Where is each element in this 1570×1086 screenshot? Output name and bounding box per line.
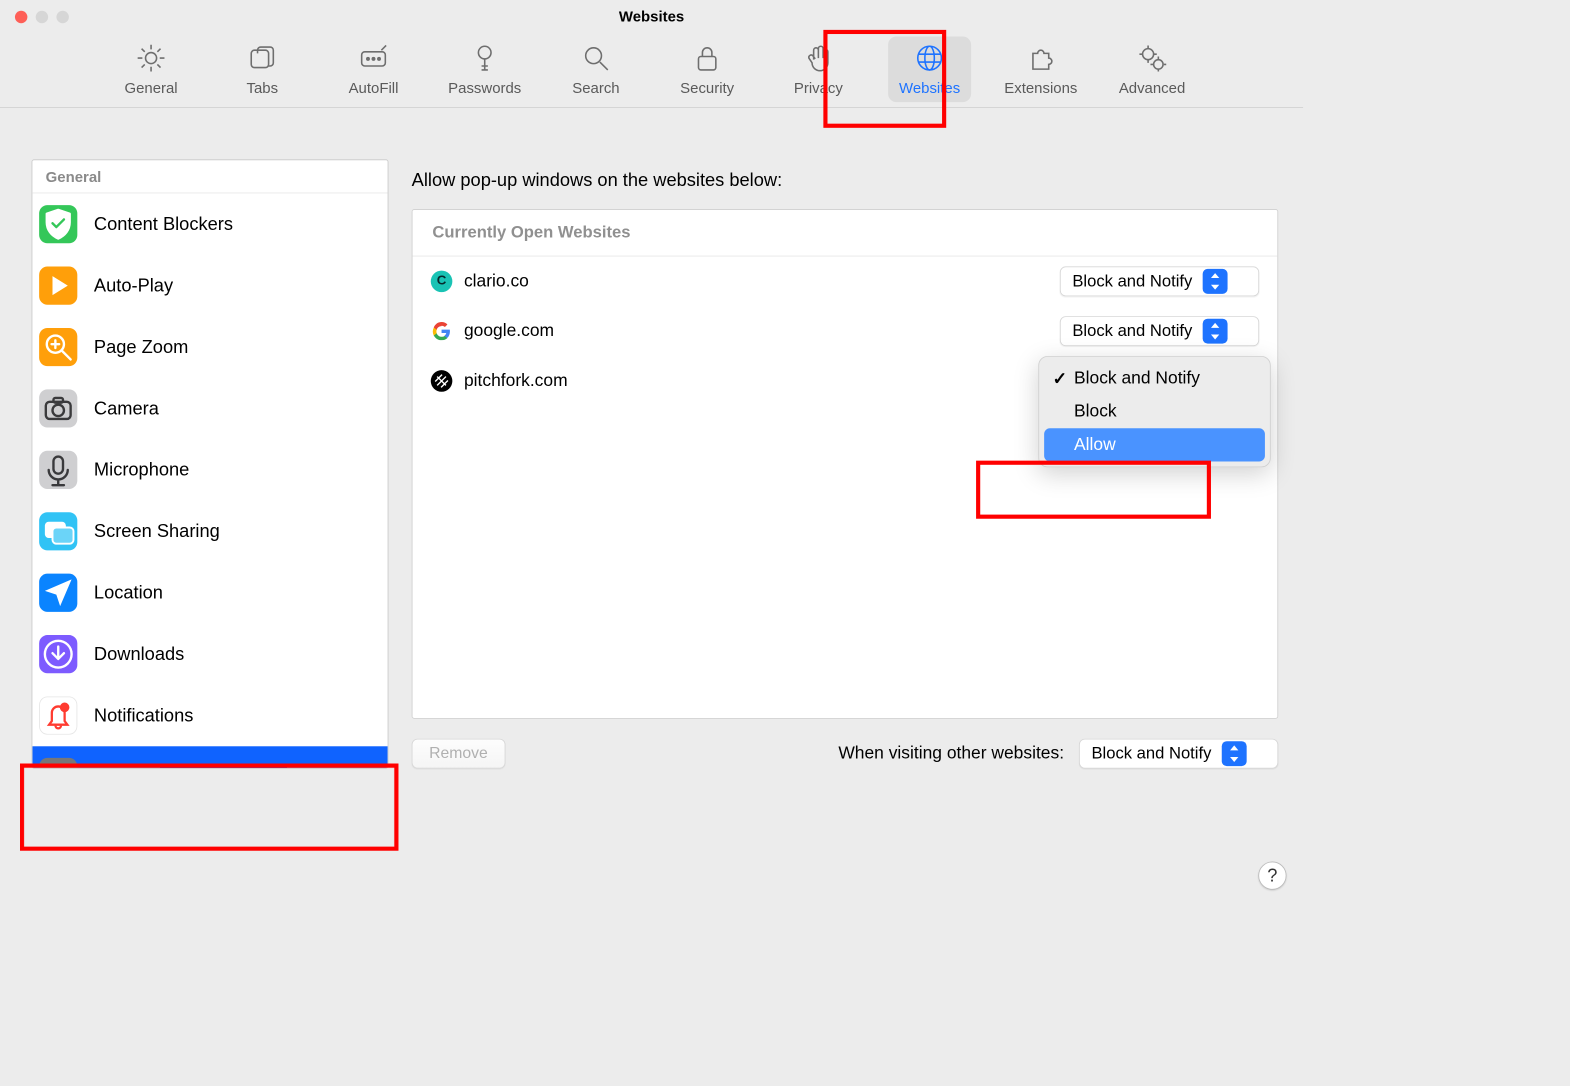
favicon-icon: C [431, 271, 453, 293]
sidebar-item-microphone[interactable]: Microphone [32, 439, 387, 500]
tab-label: AutoFill [349, 80, 399, 97]
sidebar-item-page-zoom[interactable]: Page Zoom [32, 316, 387, 377]
favicon-icon [431, 370, 453, 392]
sidebar-item-label: Pop-up Windows [94, 766, 232, 768]
tabs-icon [246, 42, 279, 75]
sidebar-header: General [32, 160, 387, 193]
tab-label: Tabs [246, 80, 278, 97]
sites-section-header: Currently Open Websites [413, 210, 1278, 256]
sidebar-item-label: Content Blockers [94, 213, 233, 235]
tab-label: Advanced [1119, 80, 1185, 97]
tab-label: Extensions [1004, 80, 1077, 97]
tab-tabs[interactable]: Tabs [221, 42, 304, 98]
popup-icon [39, 758, 77, 768]
dropdown-option-block-and-notify[interactable]: Block and Notify [1044, 362, 1265, 395]
key-icon [468, 42, 501, 75]
site-row[interactable]: google.com Block and Notify [413, 306, 1278, 356]
gears-icon [1135, 42, 1168, 75]
remove-button[interactable]: Remove [412, 739, 506, 769]
tab-label: Passwords [448, 80, 521, 97]
tab-advanced[interactable]: Advanced [1111, 42, 1194, 98]
sidebar-item-auto-play[interactable]: Auto-Play [32, 255, 387, 316]
tab-label: Privacy [794, 80, 843, 97]
bell-icon [39, 696, 77, 734]
sidebar-item-label: Screen Sharing [94, 520, 220, 542]
sidebar-item-notifications[interactable]: Notifications [32, 685, 387, 746]
site-setting-dropdown: Block and NotifyBlockAllow [1038, 356, 1270, 467]
dropdown-option-block[interactable]: Block [1044, 395, 1265, 428]
lock-icon [691, 42, 724, 75]
sidebar-item-pop-up-windows[interactable]: Pop-up Windows [32, 746, 387, 768]
sidebar-item-screen-sharing[interactable]: Screen Sharing [32, 500, 387, 561]
sidebar: General Content Blockers Auto-Play Page Zo… [32, 159, 389, 768]
site-row[interactable]: Cclario.co Block and Notify [413, 256, 1278, 306]
default-setting-value: Block and Notify [1091, 744, 1211, 763]
panel-title: Allow pop-up windows on the websites bel… [412, 169, 1279, 191]
sidebar-item-label: Downloads [94, 643, 184, 665]
download-icon [39, 635, 77, 673]
content-area: General Content Blockers Auto-Play Page Zo… [32, 159, 1279, 768]
tab-autofill[interactable]: AutoFill [332, 42, 415, 98]
site-setting-value: Block and Notify [1072, 322, 1192, 341]
panel-footer: Remove When visiting other websites: Blo… [412, 739, 1279, 769]
stepper-icon [1202, 269, 1227, 294]
sidebar-item-label: Auto-Play [94, 275, 173, 297]
search-icon [579, 42, 612, 75]
sidebar-item-downloads[interactable]: Downloads [32, 623, 387, 684]
stepper-icon [1221, 741, 1246, 766]
mic-icon [39, 451, 77, 489]
tab-general[interactable]: General [110, 42, 193, 98]
tab-passwords[interactable]: Passwords [443, 42, 526, 98]
default-setting-label: When visiting other websites: [838, 744, 1064, 764]
preferences-toolbar: General Tabs AutoFill Passwords Search S… [0, 33, 1303, 108]
tab-label: General [124, 80, 177, 97]
tab-label: Search [572, 80, 619, 97]
hand-icon [802, 42, 835, 75]
dropdown-option-allow[interactable]: Allow [1044, 428, 1265, 461]
gear-icon [134, 42, 167, 75]
location-icon [39, 574, 77, 612]
site-setting-select[interactable]: Block and Notify [1060, 266, 1259, 296]
tab-label: Security [680, 80, 734, 97]
sidebar-item-label: Notifications [94, 705, 193, 727]
sidebar-item-label: Location [94, 582, 163, 604]
tab-privacy[interactable]: Privacy [777, 42, 860, 98]
zoom-icon [39, 328, 77, 366]
tab-search[interactable]: Search [554, 42, 637, 98]
sidebar-item-label: Camera [94, 398, 159, 420]
shield-icon [39, 205, 77, 243]
site-domain: google.com [464, 321, 1060, 341]
sidebar-item-label: Microphone [94, 459, 189, 481]
site-domain: pitchfork.com [464, 371, 1060, 391]
annotation-box-sidebar [20, 764, 398, 851]
tab-label: Websites [899, 80, 960, 97]
sidebar-item-content-blockers[interactable]: Content Blockers [32, 193, 387, 254]
globe-icon [913, 42, 946, 75]
help-button[interactable]: ? [1258, 862, 1286, 890]
titlebar: Websites [0, 0, 1303, 33]
play-icon [39, 266, 77, 304]
tab-extensions[interactable]: Extensions [999, 42, 1082, 98]
site-domain: clario.co [464, 271, 1060, 291]
window-title: Websites [0, 8, 1303, 25]
main-panel: Allow pop-up windows on the websites bel… [412, 159, 1279, 768]
site-setting-value: Block and Notify [1072, 272, 1192, 291]
stepper-icon [1202, 319, 1227, 344]
tab-security[interactable]: Security [666, 42, 749, 98]
tab-websites[interactable]: Websites [888, 37, 971, 103]
sidebar-list: Content Blockers Auto-Play Page Zoom Camera… [32, 193, 387, 767]
sidebar-item-label: Page Zoom [94, 336, 188, 358]
site-setting-select[interactable]: Block and Notify [1060, 316, 1259, 346]
autofill-icon [357, 42, 390, 75]
screens-icon [39, 512, 77, 550]
sidebar-item-location[interactable]: Location [32, 562, 387, 623]
camera-icon [39, 389, 77, 427]
default-setting-select[interactable]: Block and Notify [1079, 739, 1278, 769]
sites-listbox: Currently Open Websites Cclario.co Block … [412, 209, 1279, 719]
sidebar-item-camera[interactable]: Camera [32, 378, 387, 439]
puzzle-icon [1024, 42, 1057, 75]
favicon-icon [431, 320, 453, 342]
